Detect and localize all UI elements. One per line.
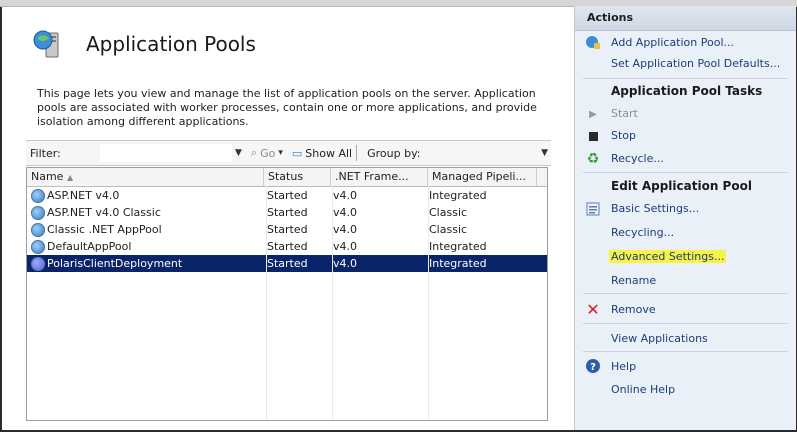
show-all-icon: ▭ (291, 146, 303, 160)
application-pools-table: Name ▲ Status .NET Frame... Managed Pipe… (26, 167, 548, 421)
recycle-link[interactable]: Recycle... (611, 152, 664, 165)
pool-name: Classic .NET AppPool (47, 223, 162, 236)
pool-name: DefaultAppPool (47, 240, 132, 253)
section-divider (583, 78, 788, 79)
pool-status: Started (267, 240, 308, 253)
filter-toolbar: Filter: ▼ ⌕ Go ▾ ▭ Show All Group by: ▼ (26, 140, 551, 166)
recycling-link[interactable]: Recycling... (611, 226, 674, 239)
start-icon: ▶ (589, 108, 597, 120)
page-description: This page lets you view and manage the l… (37, 87, 537, 128)
filter-dropdown-icon[interactable]: ▼ (235, 148, 242, 158)
pool-net-version: v4.0 (333, 189, 358, 202)
pool-tasks-heading: Application Pool Tasks (611, 84, 763, 98)
app-pool-icon (31, 223, 45, 237)
pool-name: PolarisClientDeployment (47, 257, 183, 270)
table-row[interactable]: ASP.NET v4.0 Classic Started v4.0 Classi… (27, 204, 547, 221)
pool-net-version: v4.0 (333, 223, 358, 236)
pool-net-version: v4.0 (333, 240, 358, 253)
basic-settings-icon (585, 201, 601, 217)
add-application-pool-link[interactable]: Add Application Pool... (611, 36, 734, 49)
pool-status: Started (267, 189, 308, 202)
table-row[interactable]: Classic .NET AppPool Started v4.0 Classi… (27, 221, 547, 238)
go-label: Go (260, 146, 276, 160)
column-divider (428, 186, 429, 420)
page-title: Application Pools (86, 32, 256, 56)
set-pool-defaults-link[interactable]: Set Application Pool Defaults... (611, 57, 780, 70)
filter-label: Filter: (30, 146, 61, 160)
actions-header: Actions (575, 6, 796, 31)
group-by-label: Group by: (367, 146, 421, 160)
recycle-icon: ♻ (586, 151, 600, 167)
pool-status: Started (267, 223, 308, 236)
pool-net-version: v4.0 (333, 206, 358, 219)
group-by-dropdown-icon[interactable]: ▼ (541, 148, 548, 158)
separator-dropdown-icon[interactable]: ▾ (278, 148, 283, 158)
go-button[interactable]: ⌕ Go (251, 146, 275, 160)
section-divider (583, 293, 788, 294)
pool-status: Started (267, 206, 308, 219)
view-applications-link[interactable]: View Applications (611, 332, 708, 345)
app-pool-icon (31, 257, 45, 271)
pool-pipeline: Classic (429, 223, 468, 236)
show-all-label: Show All (305, 146, 353, 160)
table-row[interactable]: DefaultAppPool Started v4.0 Integrated (27, 238, 547, 255)
section-divider (583, 323, 788, 324)
column-header-net-framework[interactable]: .NET Frame... (331, 168, 428, 186)
svg-text:?: ? (590, 362, 596, 373)
actions-pane: Actions Add Application Pool... Set Appl… (574, 6, 796, 430)
sort-ascending-icon: ▲ (66, 173, 74, 182)
help-icon: ? (585, 358, 601, 374)
show-all-button[interactable]: ▭ Show All (292, 147, 352, 160)
column-header-status[interactable]: Status (264, 168, 331, 186)
advanced-settings-link[interactable]: Advanced Settings... (609, 250, 727, 263)
column-header-managed-pipeline[interactable]: Managed Pipeli... (428, 168, 537, 186)
column-divider (266, 186, 267, 420)
page-header: Application Pools (32, 24, 256, 64)
column-divider (332, 186, 333, 420)
pool-pipeline: Classic (429, 206, 468, 219)
pool-pipeline: Integrated (429, 240, 487, 253)
app-pool-icon (31, 189, 45, 203)
pool-name: ASP.NET v4.0 (47, 189, 120, 202)
rename-link[interactable]: Rename (611, 274, 656, 287)
edit-pool-heading: Edit Application Pool (611, 179, 752, 193)
add-pool-icon (585, 34, 601, 50)
group-by-control[interactable]: Group by: (367, 147, 420, 160)
column-name-label: Name (31, 170, 64, 183)
remove-icon: ✕ (586, 299, 600, 319)
app-pool-icon (31, 240, 45, 254)
basic-settings-link[interactable]: Basic Settings... (611, 202, 699, 215)
table-header: Name ▲ Status .NET Frame... Managed Pipe… (27, 168, 547, 187)
filter-input[interactable] (100, 144, 232, 162)
remove-link[interactable]: Remove (611, 303, 656, 316)
online-help-link[interactable]: Online Help (611, 383, 675, 396)
pool-pipeline: Integrated (429, 257, 487, 270)
app-pool-icon (31, 206, 45, 220)
application-pools-icon (32, 27, 66, 61)
pool-pipeline: Integrated (429, 189, 487, 202)
column-header-name[interactable]: Name ▲ (27, 168, 264, 186)
pool-name: ASP.NET v4.0 Classic (47, 206, 161, 219)
toolbar-divider (356, 145, 358, 161)
section-divider (583, 172, 788, 173)
start-link[interactable]: Start (611, 107, 638, 120)
stop-link[interactable]: Stop (611, 129, 636, 142)
section-divider (583, 351, 788, 352)
help-link[interactable]: Help (611, 360, 636, 373)
table-row-selected[interactable]: PolarisClientDeployment Started v4.0 Int… (27, 255, 547, 272)
binoculars-icon: ⌕ (250, 146, 258, 159)
stop-icon (585, 128, 601, 144)
table-row[interactable]: ASP.NET v4.0 Started v4.0 Integrated (27, 187, 547, 204)
pool-net-version: v4.0 (333, 257, 358, 270)
pool-status: Started (267, 257, 308, 270)
